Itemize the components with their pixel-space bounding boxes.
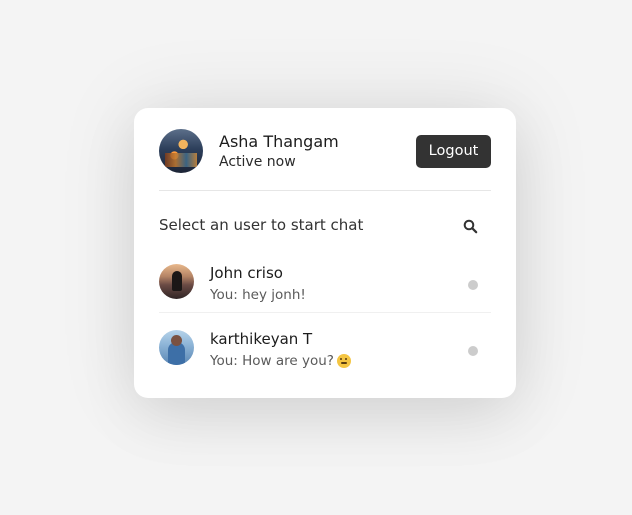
user-list: John criso You: hey jonh! karthikeyan T … xyxy=(159,254,491,378)
search-prompt: Select an user to start chat xyxy=(159,216,364,234)
profile-status: Active now xyxy=(219,154,296,170)
user-name: John criso xyxy=(210,264,283,282)
smiling-face-icon xyxy=(336,354,351,368)
user-name: karthikeyan T xyxy=(210,330,313,348)
profile-name: Asha Thangam xyxy=(219,132,339,151)
last-message: You: hey jonh! xyxy=(210,287,306,303)
header-divider xyxy=(159,190,491,191)
profile-avatar xyxy=(159,129,203,173)
user-avatar xyxy=(159,330,194,365)
chat-card: Asha Thangam Active now Logout Select an… xyxy=(134,108,516,398)
offline-status-dot xyxy=(468,346,478,356)
offline-status-dot xyxy=(468,280,478,290)
profile-header: Asha Thangam Active now Logout xyxy=(159,129,491,173)
logout-button[interactable]: Logout xyxy=(416,135,491,168)
user-list-item-john[interactable]: John criso You: hey jonh! xyxy=(159,254,491,313)
search-bar: Select an user to start chat xyxy=(159,213,491,239)
user-avatar xyxy=(159,264,194,299)
last-message-text: You: How are you? xyxy=(210,353,334,369)
search-button[interactable] xyxy=(457,213,483,239)
last-message: You: How are you? xyxy=(210,353,351,369)
search-icon xyxy=(463,219,477,233)
last-message-text: You: hey jonh! xyxy=(210,287,306,303)
user-list-item-karthikeyan[interactable]: karthikeyan T You: How are you? xyxy=(159,320,491,378)
